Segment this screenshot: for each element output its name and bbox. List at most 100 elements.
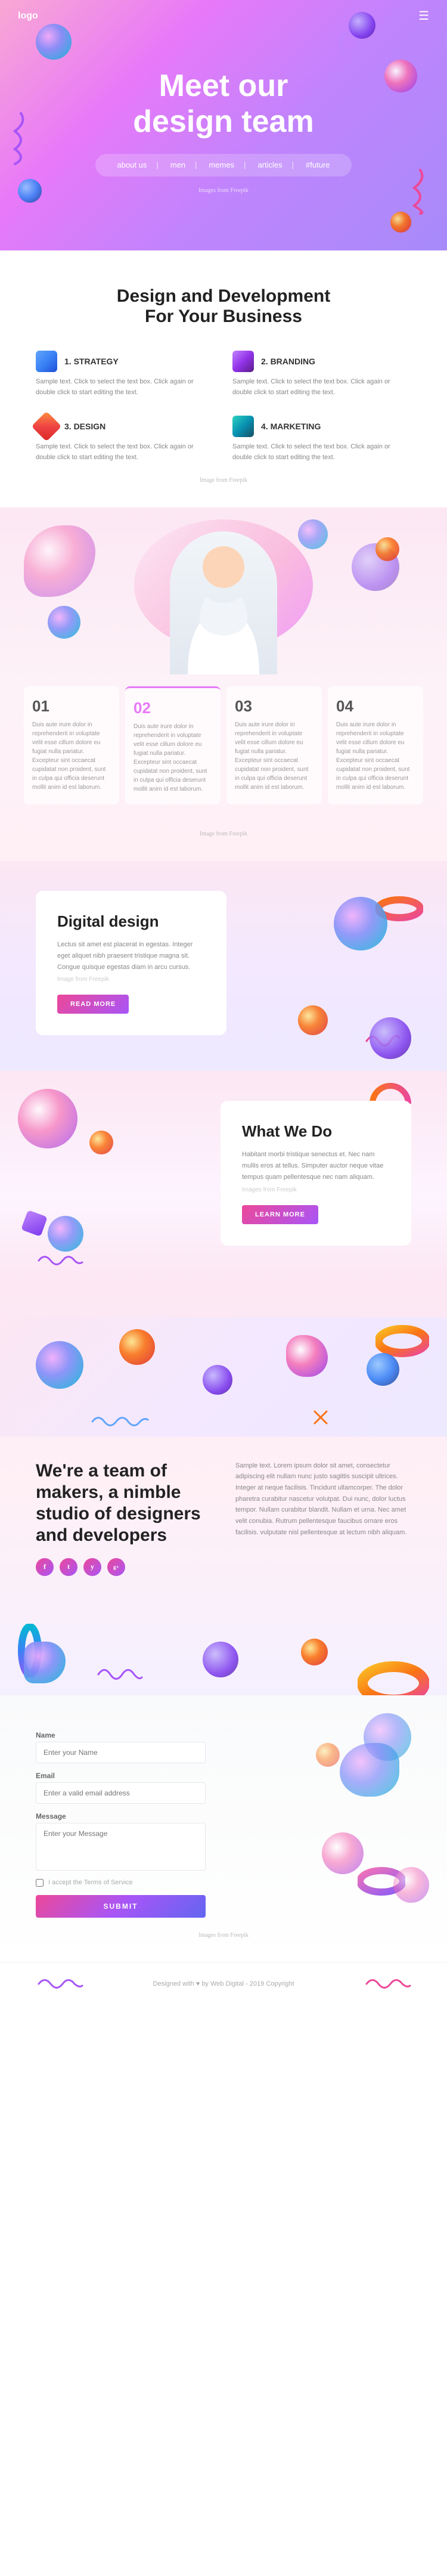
team-image-credit: Image from Freepik [0, 831, 447, 837]
mk-blob-3 [203, 1365, 232, 1395]
bottom-squiggle [95, 1662, 143, 1683]
squiggle-left [6, 107, 36, 167]
hamburger-menu[interactable]: ☰ [418, 8, 429, 23]
design-section: Design and Development For Your Business… [0, 250, 447, 507]
team-num-card-1: 01 Duis aute irure dolor in reprehenderi… [24, 686, 119, 804]
digital-text: Lectus sit amet est placerat in egestas.… [57, 939, 205, 973]
what-text: Habitant morbi tristique senectus et. Ne… [242, 1149, 390, 1182]
person-silhouette [170, 531, 277, 674]
hero-nav[interactable]: about us men memes articles #future [95, 154, 351, 177]
email-input[interactable] [36, 1782, 206, 1804]
name-input[interactable] [36, 1742, 206, 1763]
makers-deco-area [0, 1317, 447, 1436]
facebook-icon[interactable]: f [36, 1558, 54, 1576]
team-numbers-row: 01 Duis aute irure dolor in reprehenderi… [0, 674, 447, 816]
nav-men[interactable]: men [170, 160, 197, 169]
design-card-1-header: 1. STRATEGY [36, 351, 215, 372]
float-blob-1 [48, 606, 80, 639]
num-03-text: Duis aute irure dolor in reprehenderit i… [235, 720, 313, 792]
strategy-label: 1. STRATEGY [64, 357, 119, 366]
hero-title: Meet our design team [133, 69, 313, 140]
message-textarea[interactable] [36, 1823, 206, 1871]
what-blob-3 [89, 1131, 113, 1154]
design-image-credit: Image from Freepik [36, 477, 411, 484]
num-01: 01 [32, 697, 111, 716]
marketing-icon [232, 416, 254, 437]
mk-blob-4 [286, 1335, 328, 1377]
footer-text: Designed with ♥ by Web Digital - 2019 Co… [153, 1980, 294, 1987]
team-num-card-4: 04 Duis aute irure dolor in reprehenderi… [328, 686, 423, 804]
submit-button[interactable]: SUBMIT [36, 1895, 206, 1918]
design-cards-grid: 1. STRATEGY Sample text. Click to select… [36, 351, 411, 463]
branding-icon [232, 351, 254, 372]
strategy-icon [36, 351, 57, 372]
what-squiggle [36, 1252, 83, 1270]
nav-about[interactable]: about us [117, 160, 158, 169]
message-field-group: Message [36, 1812, 206, 1871]
makers-title: We're a team of makers, a nimble studio … [36, 1460, 212, 1546]
makers-left: We're a team of makers, a nimble studio … [36, 1460, 212, 1576]
nav-articles[interactable]: articles [257, 160, 294, 169]
hero-blob-3 [384, 60, 417, 92]
design-card-4: 4. MARKETING Sample text. Click to selec… [232, 416, 411, 463]
design-icon [32, 411, 62, 442]
num-04-text: Duis aute irure dolor in reprehenderit i… [336, 720, 415, 792]
contact-image-credit: Images from Freepik [36, 1932, 411, 1939]
num-04: 04 [336, 697, 415, 716]
mk-bot-blob-1 [24, 1642, 66, 1683]
what-section: What We Do Habitant morbi tristique sene… [0, 1071, 447, 1281]
googleplus-icon[interactable]: g+ [107, 1558, 125, 1576]
read-more-button[interactable]: READ MORE [57, 995, 129, 1014]
contact-section: Name Email Message I accept the Terms of… [0, 1695, 447, 1962]
contact-form: Name Email Message I accept the Terms of… [36, 1731, 206, 1918]
mk-blob-5 [367, 1353, 399, 1386]
num-03: 03 [235, 697, 313, 716]
footer-inner: Designed with ♥ by Web Digital - 2019 Co… [36, 1975, 411, 1993]
branding-text: Sample text. Click to select the text bo… [232, 377, 411, 398]
twitter-icon[interactable]: t [60, 1558, 77, 1576]
design-card-1: 1. STRATEGY Sample text. Click to select… [36, 351, 215, 398]
message-label: Message [36, 1812, 206, 1820]
terms-checkbox-row: I accept the Terms of Service [36, 1879, 206, 1887]
logo: logo [18, 11, 38, 21]
branding-label: 2. BRANDING [261, 357, 315, 366]
num-01-text: Duis aute irure dolor in reprehenderit i… [32, 720, 111, 792]
email-label: Email [36, 1772, 206, 1780]
design-title: Design and Development For Your Business [36, 286, 411, 327]
hero-blob-5 [390, 212, 411, 233]
design-card-2: 2. BRANDING Sample text. Click to select… [232, 351, 411, 398]
makers-text: Sample text. Lorem ipsum dolor sit amet,… [235, 1460, 411, 1538]
mk-blob-2 [119, 1329, 155, 1365]
contact-grid: Name Email Message I accept the Terms of… [36, 1731, 411, 1918]
hero-image-credit: Images from Freepik [198, 187, 249, 194]
what-card: What We Do Habitant morbi tristique sene… [221, 1101, 411, 1245]
person-svg [170, 531, 277, 674]
nav-memes[interactable]: memes [209, 160, 246, 169]
design-card-4-header: 4. MARKETING [232, 416, 411, 437]
mk-bot-blob-2 [301, 1639, 328, 1665]
digital-card: Digital design Lectus sit amet est place… [36, 891, 226, 1035]
what-blob-1 [18, 1089, 77, 1148]
footer-squiggle-left [36, 1975, 83, 1993]
learn-more-button[interactable]: LEARN MORE [242, 1205, 318, 1224]
cd-blob-2 [322, 1832, 364, 1874]
youtube-icon[interactable]: y [83, 1558, 101, 1576]
mk-squiggle-1 [89, 1413, 149, 1431]
num-02-text: Duis aute irure dolor in reprehenderit i… [134, 722, 212, 794]
makers-right: Sample text. Lorem ipsum dolor sit amet,… [235, 1460, 411, 1576]
digital-credit: Image from Freepik [57, 976, 205, 983]
digital-section: Digital design Lectus sit amet est place… [0, 861, 447, 1071]
footer: Designed with ♥ by Web Digital - 2019 Co… [0, 1962, 447, 2005]
marketing-text: Sample text. Click to select the text bo… [232, 442, 411, 463]
name-label: Name [36, 1731, 206, 1739]
design-card-3: 3. DESIGN Sample text. Click to select t… [36, 416, 215, 463]
hero-blob-4 [18, 179, 42, 203]
num-02: 02 [134, 699, 212, 717]
contact-blob-2 [393, 1867, 429, 1903]
design-label: 3. DESIGN [64, 422, 105, 431]
digital-title: Digital design [57, 912, 205, 931]
nav-future[interactable]: #future [306, 160, 330, 169]
terms-checkbox[interactable] [36, 1879, 44, 1887]
digital-blob-3 [370, 1017, 411, 1059]
x-shape [313, 1410, 328, 1425]
